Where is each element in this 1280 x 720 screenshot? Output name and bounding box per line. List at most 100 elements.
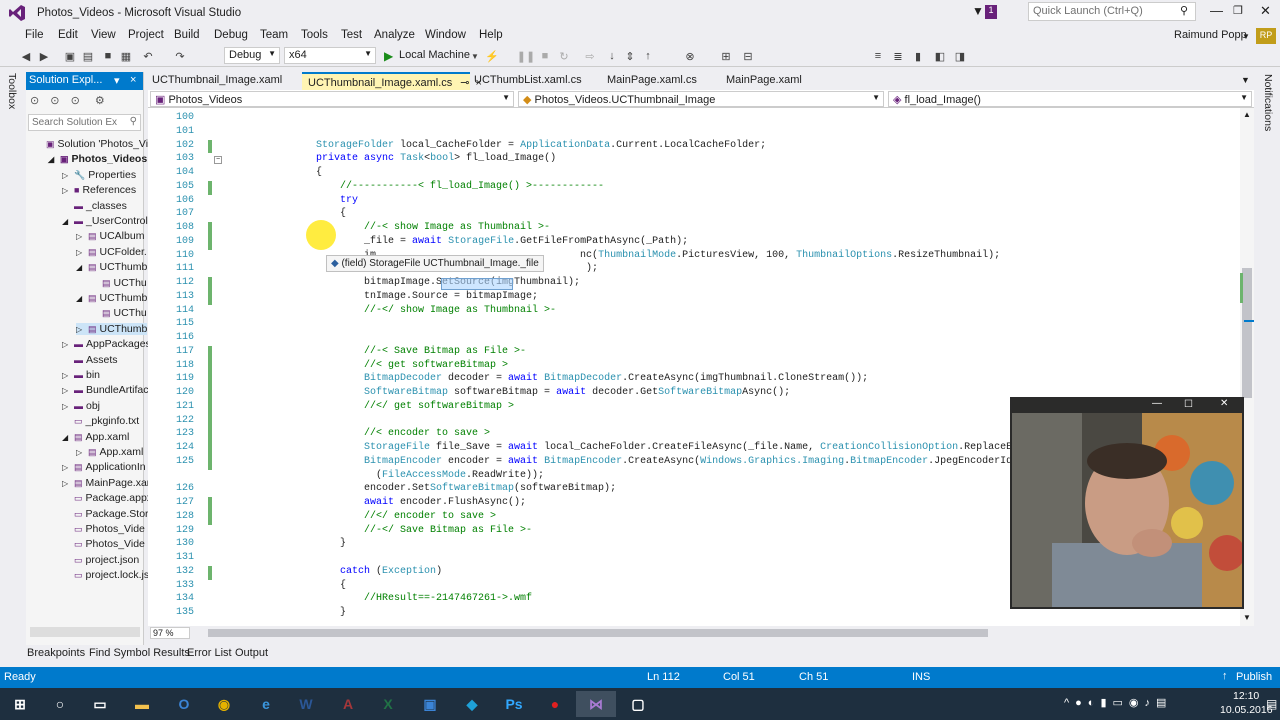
code-line[interactable]: StorageFolder local_CacheFolder = Applic… bbox=[268, 140, 766, 151]
tab-overflow-icon[interactable]: ▼ bbox=[1241, 75, 1250, 85]
collapse-region-icon[interactable]: − bbox=[214, 156, 222, 164]
solution-search-input[interactable]: Search Solution Ex ⚲ bbox=[28, 114, 141, 131]
start-icon[interactable]: ⊞ bbox=[0, 691, 40, 717]
show-next-icon[interactable]: ⇨ bbox=[582, 48, 598, 64]
home-icon[interactable]: ⊙ bbox=[30, 95, 39, 107]
expand-arrow-icon[interactable]: ▷ bbox=[62, 479, 70, 488]
search-icon[interactable]: ⚲ bbox=[1180, 4, 1188, 17]
chrome-icon[interactable]: ◉ bbox=[204, 691, 244, 717]
expand-arrow-icon[interactable]: ◢ bbox=[76, 294, 84, 303]
tree-item[interactable]: ▷ ▤ MainPage.xar bbox=[62, 477, 150, 489]
code-line[interactable]: { bbox=[268, 167, 322, 178]
uncomment-icon[interactable]: ≣ bbox=[890, 48, 906, 64]
restore-button[interactable]: ❐ bbox=[1233, 4, 1243, 17]
menu-file[interactable]: File bbox=[25, 29, 44, 41]
code-line[interactable]: encoder.SetSoftwareBitmap(softwareBitmap… bbox=[268, 483, 616, 494]
platform-select[interactable]: x64 ▼ bbox=[284, 47, 376, 64]
clock-time[interactable]: 12:10 bbox=[1233, 690, 1259, 702]
hscroll-thumb[interactable] bbox=[208, 629, 988, 637]
class-dropdown[interactable]: ◆ Photos_Videos.UCThumbnail_Image ▼ bbox=[518, 91, 884, 107]
webcam-close-icon[interactable]: ✕ bbox=[1220, 399, 1228, 409]
outlook-icon[interactable]: O bbox=[164, 691, 204, 717]
lightning-icon[interactable]: ⚡ bbox=[484, 48, 500, 64]
tree-item[interactable]: ▭ project.json bbox=[62, 554, 139, 566]
menu-project[interactable]: Project bbox=[128, 29, 164, 41]
tab-error-list[interactable]: Error List bbox=[187, 647, 232, 659]
tree-item[interactable]: ▭ Package.Store bbox=[62, 508, 154, 520]
code-line[interactable]: bitmapImage.SetSource(imgThumbnail); bbox=[268, 277, 580, 288]
tree-item[interactable]: ◢ ▣ Photos_Videos bbox=[48, 153, 147, 165]
code-line[interactable]: await encoder.FlushAsync(); bbox=[268, 497, 526, 508]
scroll-thumb[interactable] bbox=[1242, 268, 1252, 398]
code-line[interactable]: try bbox=[268, 195, 358, 206]
menu-analyze[interactable]: Analyze bbox=[374, 29, 415, 41]
back-icon[interactable]: ◀ bbox=[18, 48, 34, 64]
expand-arrow-icon[interactable]: ◢ bbox=[48, 155, 56, 164]
undo-icon[interactable]: ↶ bbox=[140, 48, 156, 64]
comment-icon[interactable]: ≡ bbox=[870, 48, 886, 64]
horizontal-scrollbar[interactable]: 97 % bbox=[148, 626, 1254, 640]
config-select[interactable]: Debug ▼ bbox=[224, 47, 280, 64]
tree-item[interactable]: ◢ ▤ UCThumb bbox=[76, 261, 147, 273]
code-line[interactable]: //-< Save Bitmap as File >- bbox=[268, 346, 526, 357]
save-icon[interactable]: ■ bbox=[100, 48, 116, 64]
tree-item[interactable]: ▭ Photos_Vide bbox=[62, 538, 145, 550]
expand-arrow-icon[interactable]: ▷ bbox=[62, 186, 70, 195]
next-bookmark-icon[interactable]: ◨ bbox=[952, 48, 968, 64]
scroll-down-icon[interactable]: ▼ bbox=[1243, 613, 1251, 622]
code-line[interactable]: SoftwareBitmap softwareBitmap = await de… bbox=[268, 387, 790, 398]
code-line[interactable]: { bbox=[268, 580, 346, 591]
tray-icons[interactable]: ^●◐▮▭◉♪▤ bbox=[1064, 696, 1172, 709]
sync-icon[interactable]: ⊙ bbox=[50, 95, 59, 107]
save-all-icon[interactable]: ▦ bbox=[118, 48, 134, 64]
bookmark-icon[interactable]: ▮ bbox=[910, 48, 926, 64]
edge-icon[interactable]: e bbox=[246, 691, 286, 717]
record-icon[interactable]: ● bbox=[535, 691, 575, 717]
refresh-icon[interactable]: ⊙ bbox=[71, 95, 80, 107]
tree-item[interactable]: ▷ ▬ BundleArtifac bbox=[62, 384, 148, 396]
tree-item[interactable]: ▣ Solution 'Photos_Vid bbox=[34, 138, 154, 150]
expand-arrow-icon[interactable]: ◢ bbox=[62, 217, 70, 226]
notification-badge[interactable]: 1 bbox=[985, 5, 997, 19]
close-button[interactable]: ✕ bbox=[1260, 3, 1271, 19]
account-icon[interactable]: ▼ bbox=[1242, 32, 1250, 41]
tree-item[interactable]: ▷ ▤ UCAlbum bbox=[76, 230, 144, 242]
code-line[interactable]: StorageFile file_Save = await local_Cach… bbox=[268, 442, 1066, 453]
tree-item[interactable]: ▬ Assets bbox=[62, 354, 118, 366]
menu-view[interactable]: View bbox=[91, 29, 116, 41]
tree-item[interactable]: ▷ ▤ UCFolder. bbox=[76, 246, 147, 258]
code-line[interactable]: } bbox=[268, 538, 346, 549]
tree-item[interactable]: ▷ ▤ App.xaml bbox=[76, 446, 143, 458]
code-line[interactable]: //-----------< fl_load_Image() >--------… bbox=[268, 181, 604, 192]
restart-icon[interactable]: ↻ bbox=[556, 48, 572, 64]
menu-window[interactable]: Window bbox=[425, 29, 466, 41]
open-icon[interactable]: ▤ bbox=[80, 48, 96, 64]
menu-edit[interactable]: Edit bbox=[58, 29, 78, 41]
code-line[interactable]: (FileAccessMode.ReadWrite)); bbox=[268, 470, 544, 481]
remote-desktop-icon[interactable]: ▣ bbox=[410, 691, 450, 717]
tab-ucthumbnail-image-xaml-cs[interactable]: UCThumbnail_Image.xaml.cs ⊸ × bbox=[302, 72, 482, 90]
run-target[interactable]: Local Machine bbox=[399, 49, 470, 61]
tree-item[interactable]: ▷ ■ References bbox=[62, 184, 136, 196]
run-icon[interactable]: ▶ bbox=[384, 49, 393, 63]
expand-arrow-icon[interactable]: ▷ bbox=[76, 325, 84, 334]
monitor-app-icon[interactable]: ▢ bbox=[618, 691, 658, 717]
code-line[interactable]: _file = await StorageFile.GetFileFromPat… bbox=[268, 236, 688, 247]
avatar[interactable]: RP bbox=[1256, 28, 1276, 44]
publish-button[interactable]: Publish bbox=[1236, 671, 1272, 683]
notifications-tab[interactable]: Notifications bbox=[1262, 74, 1274, 131]
expand-arrow-icon[interactable]: ▷ bbox=[62, 171, 70, 180]
tree-item[interactable]: ▭ _pkginfo.txt bbox=[62, 415, 139, 427]
new-project-icon[interactable]: ▣ bbox=[62, 48, 78, 64]
tree-item[interactable]: ▤ UCThu bbox=[90, 307, 147, 319]
pin-app-icon[interactable]: ◆ bbox=[452, 691, 492, 717]
close-pane-icon[interactable]: × bbox=[130, 74, 136, 86]
tree-item[interactable]: ◢ ▬ _UserControls bbox=[62, 215, 153, 227]
menu-build[interactable]: Build bbox=[174, 29, 200, 41]
code-line[interactable]: //</ get softwareBitmap > bbox=[268, 401, 514, 412]
code-line[interactable]: //-</ Save Bitmap as File >- bbox=[268, 525, 532, 536]
expand-arrow-icon[interactable]: ▷ bbox=[62, 371, 70, 380]
code-line[interactable]: tnImage.Source = bitmapImage; bbox=[268, 291, 538, 302]
prev-bookmark-icon[interactable]: ◧ bbox=[932, 48, 948, 64]
tree-item[interactable]: ▷ 🔧 Properties bbox=[62, 169, 136, 181]
